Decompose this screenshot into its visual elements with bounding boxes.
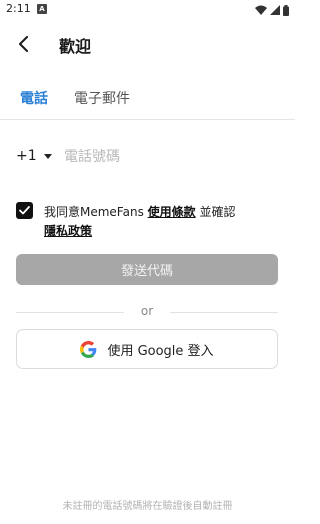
google-signin-button[interactable]: 使用 Google 登入 bbox=[16, 329, 278, 369]
agreement-text: 我同意MemeFans 使用條款 並確認隱私政策 bbox=[44, 203, 284, 241]
chevron-down-icon bbox=[43, 153, 52, 159]
agreement-prefix: 我同意MemeFans bbox=[44, 205, 148, 219]
auto-register-note: 未註冊的電話號碼將在驗證後自動註冊 bbox=[62, 501, 233, 512]
google-logo-icon bbox=[80, 340, 97, 358]
agree-checkbox[interactable] bbox=[16, 202, 33, 219]
country-code-label: +1 bbox=[16, 148, 37, 164]
checkmark-icon bbox=[19, 206, 30, 215]
status-time: 2:11 bbox=[6, 2, 31, 15]
google-signin-label: 使用 Google 登入 bbox=[107, 343, 214, 359]
divider-line-right bbox=[170, 312, 278, 313]
tab-email[interactable]: 電子郵件 bbox=[74, 88, 130, 112]
privacy-link[interactable]: 隱私政策 bbox=[44, 224, 92, 238]
login-method-tabs: 電話 電子郵件 bbox=[20, 88, 130, 112]
or-divider: or bbox=[16, 304, 278, 320]
notification-icon: A bbox=[37, 4, 47, 14]
phone-row: +1 bbox=[16, 143, 278, 171]
send-code-button[interactable]: 發送代碼 bbox=[16, 254, 278, 285]
app-bar: 歡迎 bbox=[0, 26, 295, 62]
back-arrow-icon bbox=[19, 36, 28, 52]
wifi-icon bbox=[255, 5, 267, 15]
tab-phone[interactable]: 電話 bbox=[20, 88, 48, 112]
back-button[interactable] bbox=[10, 30, 38, 58]
signal-icon bbox=[270, 5, 280, 15]
or-label: or bbox=[140, 304, 154, 318]
terms-link[interactable]: 使用條款 bbox=[148, 205, 196, 219]
status-icons bbox=[255, 4, 289, 16]
agreement-middle: 並確認 bbox=[195, 205, 236, 219]
page-title: 歡迎 bbox=[59, 37, 92, 56]
tab-divider bbox=[0, 119, 295, 120]
phone-number-input[interactable] bbox=[62, 145, 276, 169]
country-code-selector[interactable]: +1 bbox=[16, 148, 52, 164]
status-bar: 2:11 A bbox=[0, 0, 295, 20]
battery-icon bbox=[283, 4, 289, 16]
